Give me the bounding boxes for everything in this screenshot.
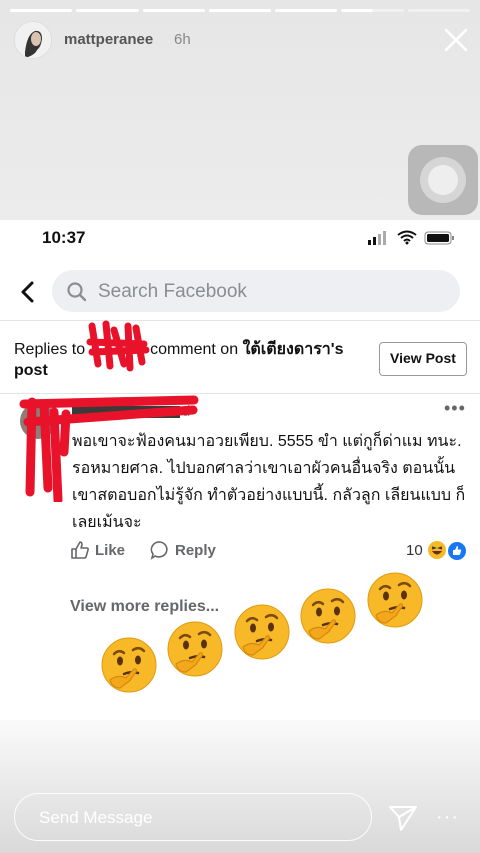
- reply-button[interactable]: Reply: [150, 540, 216, 560]
- thinking-face-icon: [233, 603, 291, 661]
- comment-more-icon[interactable]: •••: [444, 398, 466, 419]
- progress-segment: [407, 9, 470, 12]
- redaction-mark: [86, 320, 150, 372]
- view-more-replies-link[interactable]: View more replies...: [70, 598, 219, 616]
- progress-segment: [142, 9, 205, 12]
- story-time: 6h: [174, 31, 191, 48]
- comment-body: พอเขาจะฟ้องคนมาอวยเพียบ. 5555 ขำ แต่กูก็…: [72, 433, 466, 531]
- reply-icon: [150, 541, 168, 560]
- reply-label: Reply: [175, 541, 216, 559]
- send-message-field[interactable]: Send Message: [14, 793, 372, 841]
- reaction-count[interactable]: 10: [406, 542, 423, 559]
- story-progress: [10, 9, 470, 12]
- assistive-touch-button[interactable]: [408, 145, 478, 215]
- replies-page-name[interactable]: ใต้เตียงดารา: [243, 341, 331, 358]
- thinking-face-icon: [299, 587, 357, 645]
- like-icon: [71, 541, 89, 559]
- back-icon[interactable]: [18, 280, 38, 304]
- like-button[interactable]: Like: [70, 540, 125, 560]
- send-message-placeholder: Send Message: [39, 808, 153, 827]
- close-icon[interactable]: [442, 26, 470, 54]
- progress-segment: [10, 9, 73, 12]
- search-icon: [66, 281, 88, 308]
- status-icons: [368, 230, 458, 251]
- search-placeholder: Search Facebook: [98, 281, 247, 302]
- send-icon[interactable]: [388, 804, 418, 837]
- thinking-face-icon: [366, 571, 424, 629]
- replies-mid: comment on: [150, 341, 239, 358]
- view-post-button[interactable]: View Post: [379, 342, 467, 376]
- haha-icon: [428, 541, 446, 559]
- replies-post-word: post: [14, 362, 48, 379]
- replies-suffix: 's: [330, 341, 344, 358]
- search-bar[interactable]: Search Facebook: [52, 270, 460, 312]
- thinking-face-icon: [100, 636, 158, 694]
- replies-prefix: Replies to: [14, 341, 86, 358]
- replies-heading: Replies to comment on ใต้เตียงดารา's pos…: [14, 339, 364, 381]
- progress-segment: [341, 9, 404, 12]
- progress-segment: [76, 9, 139, 12]
- thinking-face-icon: [166, 620, 224, 678]
- like-label: Like: [95, 541, 126, 559]
- progress-segment: [208, 9, 272, 12]
- like-reaction-icon: [447, 541, 467, 561]
- replies-header: Replies to comment on ใต้เตียงดารา's pos…: [0, 320, 480, 394]
- progress-segment: [275, 9, 338, 12]
- more-options-icon[interactable]: ···: [436, 806, 459, 829]
- status-time: 10:37: [42, 228, 86, 247]
- story-username[interactable]: mattperanee: [64, 31, 153, 48]
- story-avatar[interactable]: [14, 21, 52, 59]
